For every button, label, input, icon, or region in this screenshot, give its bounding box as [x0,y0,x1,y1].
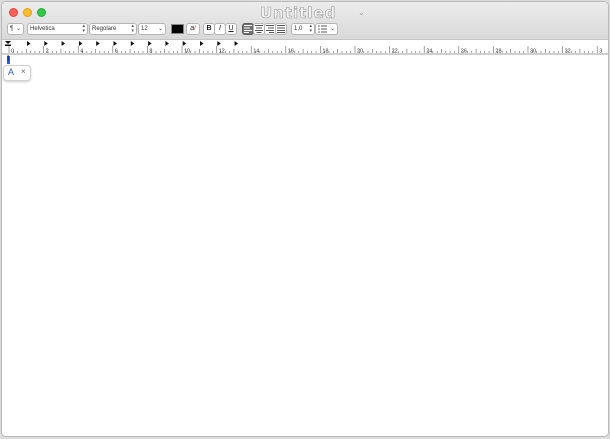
paragraph-icon: ¶ [10,26,14,32]
tab-stop-marker [182,41,187,46]
justify-button[interactable] [275,23,287,35]
text-color-swatch[interactable] [171,24,184,34]
tab-stop-marker [148,41,152,46]
ruler-label: 30 [530,49,536,55]
stepper-arrows-icon: ▴ ▾ [309,23,312,34]
zoom-window-button[interactable] [37,8,46,17]
line-spacing-value: 1,0 [294,26,303,32]
autocorrect-letter[interactable]: A [8,67,14,77]
align-center-icon [255,25,263,33]
close-icon[interactable]: × [21,67,26,76]
ruler-label: 22 [392,49,398,55]
font-size-field[interactable]: 12 ⌄ [138,23,166,35]
ruler-ticks: 0 2 4 6 8 10 12 14 16 18 20 22 24 26 28 30 32 3 [2,41,608,55]
ruler-label: 20 [357,49,363,55]
ruler-label: 26 [461,49,467,55]
ruler-label: 8 [149,49,152,55]
left-indent-marker [5,44,11,46]
tab-stop-marker [78,41,83,46]
list-bullets-icon [318,25,327,33]
ruler-label: 24 [426,49,432,55]
chevron-down-icon: ⌄ [329,26,335,32]
title-chevron-down-icon[interactable]: ⌄ [358,8,365,17]
tab-stop-marker [130,41,135,46]
chevron-down-icon: ⌄ [15,26,21,32]
font-family-value: Helvetica [30,26,55,32]
line-spacing-select[interactable]: 1,0 ▴ ▾ [291,23,315,35]
first-line-indent-marker [5,41,11,44]
titlebar: Untitled ⌄ ¶ ⌄ Helvetica ▴ ▾ Regolare ▴ ▾ … [2,2,608,40]
tab-stop-marker [44,41,48,46]
window-title[interactable]: Untitled [260,4,336,23]
ruler[interactable]: 0 2 4 6 8 10 12 14 16 18 20 22 24 26 28 30 32 3 [2,40,608,55]
ruler-label: 10 [184,49,190,55]
ruler-label: 3 [599,49,602,55]
ruler-label: 0 [11,49,14,55]
ruler-label: 16 [288,49,294,55]
list-style-menu[interactable]: ⌄ [315,23,338,35]
font-style-select[interactable]: Regolare ▴ ▾ [89,23,137,35]
ruler-label: 6 [115,49,118,55]
tab-stop-marker [200,41,204,46]
ruler-label: 2 [46,49,49,55]
font-style-value: Regolare [92,26,117,32]
tab-stop-marker [61,41,66,46]
highlight-color-button[interactable]: a/ [186,23,200,35]
ruler-label: 28 [495,49,501,55]
chevron-down-icon: ⌄ [157,26,163,32]
underline-button[interactable]: U [225,23,237,35]
ruler-label: 14 [253,49,259,55]
tab-stop-marker [234,41,239,46]
ruler-label: 18 [322,49,328,55]
autocorrect-popover[interactable]: A × [3,65,31,81]
font-family-select[interactable]: Helvetica ▴ ▾ [27,23,88,35]
text-editor-area[interactable] [2,55,608,435]
ruler-label: 12 [219,49,225,55]
stepper-arrows-icon: ▴ ▾ [82,23,85,34]
text-cursor-char: I [7,54,10,63]
align-right-icon [266,25,274,33]
red-stroke-icon: / [194,26,196,32]
font-size-value: 12 [141,26,148,32]
minimize-window-button[interactable] [23,8,32,17]
tab-stop-marker [165,41,169,46]
tab-stop-marker [217,41,221,46]
ruler-label: 4 [80,49,83,55]
document-window: Untitled ⌄ ¶ ⌄ Helvetica ▴ ▾ Regolare ▴ ▾ … [1,1,609,437]
justify-icon [277,25,285,33]
align-left-icon [244,25,252,33]
tab-stop-marker [27,41,31,46]
stepper-arrows-icon: ▴ ▾ [131,23,134,34]
tab-stop-marker [113,41,117,46]
paragraph-style-menu[interactable]: ¶ ⌄ [7,23,24,35]
ruler-label: 32 [565,49,571,55]
close-window-button[interactable] [9,8,18,17]
tab-stop-marker [96,41,100,46]
